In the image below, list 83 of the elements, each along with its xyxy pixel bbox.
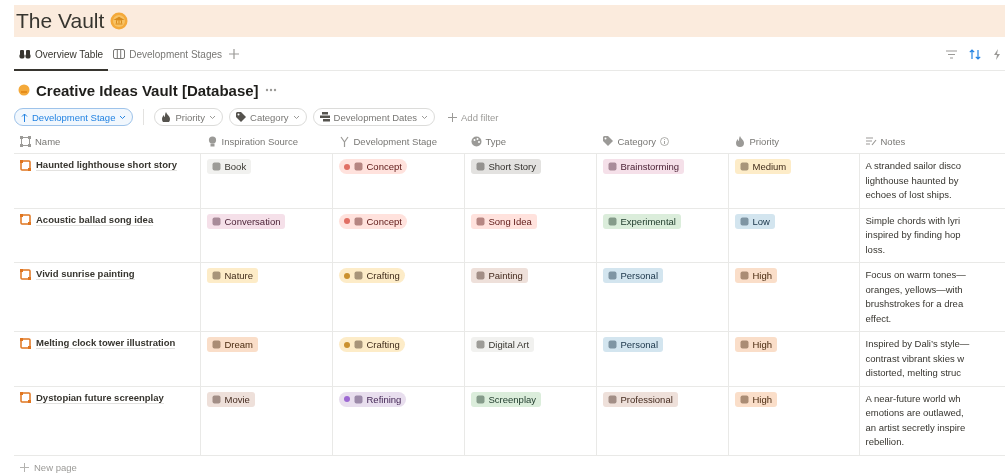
sort-chip[interactable]: Development Stage (14, 108, 134, 126)
filter-chip[interactable]: Development Dates (312, 108, 435, 126)
tag-label: Dream (224, 339, 253, 350)
new-page-button[interactable]: New page (34, 462, 77, 473)
columns-icon (113, 49, 126, 59)
timeline-icon (319, 112, 330, 122)
lightning-icon[interactable] (993, 48, 1001, 60)
tag-label: Concept (366, 161, 402, 172)
row-title[interactable]: Vivid sunrise painting (36, 268, 135, 280)
caret-icon (421, 114, 428, 120)
coin-icon (110, 12, 129, 30)
page-title: The Vault (16, 9, 105, 33)
filter-chip[interactable]: Priority (154, 108, 223, 126)
page-icon (20, 214, 31, 225)
bulb-icon (206, 136, 218, 147)
binoculars-icon (19, 49, 31, 59)
tag-label: Nature (224, 270, 253, 281)
tag-label: Screenplay (488, 393, 537, 405)
add-view-icon[interactable] (227, 47, 242, 61)
database-title: Creative Ideas Vault [Database] (36, 81, 259, 99)
notes-text: A near-future world wh emotions are outlawed, an artist secretly inspire rebellion. (865, 391, 967, 449)
notes-text: Inspired by Dali’s style— contrast vibrant skies w distorted, melting struc (865, 337, 971, 380)
tag-label: High (752, 393, 773, 405)
notes-text: Focus on warm tones— oranges, yellows—with brushstrokes for a drea effect. (865, 268, 967, 326)
row-title[interactable]: Acoustic ballad song idea (36, 213, 154, 226)
tag-label: Crafting (366, 339, 400, 350)
tag-label: Crafting (366, 270, 400, 281)
tag-label: Short Story (488, 161, 537, 172)
tag-label: Book (224, 161, 247, 172)
row-title[interactable]: Melting clock tower illustration (36, 337, 176, 349)
column-header: Inspiration Source (221, 136, 299, 147)
notes-text: Simple chords with lyri inspired by finding hop loss. (865, 213, 962, 257)
column-header: Development Stage (353, 136, 437, 147)
plus-icon (20, 463, 29, 472)
tag-label: Song Idea (488, 215, 532, 227)
column-header: Priority (749, 136, 780, 147)
more-icon[interactable] (264, 88, 277, 92)
tag-label: High (752, 339, 773, 350)
tag-icon (602, 136, 614, 147)
column-header: Type (485, 136, 507, 147)
tag-label: Concept (366, 215, 402, 227)
view-tab[interactable]: Development Stages (108, 39, 228, 71)
arrow-up-icon (21, 112, 28, 122)
tag-label: Digital Art (488, 339, 530, 350)
filter-icon[interactable] (946, 49, 957, 59)
database-icon (18, 84, 30, 96)
tag-label: Painting (488, 270, 523, 281)
caret-icon (119, 114, 127, 120)
palette-icon (470, 136, 482, 147)
row-title[interactable]: Haunted lighthouse short story (36, 159, 177, 171)
page-icon (20, 268, 31, 280)
info-icon (660, 137, 670, 146)
column-header: Notes (880, 136, 906, 147)
tag-label: Low (752, 215, 770, 227)
tag-label: Experimental (620, 215, 676, 227)
plus-icon (448, 112, 457, 122)
notes-text: A stranded sailor disco lighthouse haunted by echoes of lost ships. (865, 159, 963, 202)
column-header: Category (617, 136, 657, 147)
tag-label: High (752, 270, 773, 281)
frame-icon (20, 136, 31, 147)
branch-icon (338, 136, 350, 147)
tag-label: Refining (366, 393, 402, 405)
tag-label: Conversation (224, 215, 281, 227)
tag-label: Personal (620, 339, 658, 350)
sort-icon[interactable] (969, 48, 981, 60)
row-title[interactable]: Dystopian future screenplay (36, 391, 164, 404)
caret-icon (209, 114, 216, 120)
tag-label: Brainstorming (620, 161, 680, 172)
page-icon (20, 392, 31, 403)
view-tab[interactable]: Overview Table (14, 39, 109, 71)
tag-label: Personal (620, 270, 658, 281)
tag-label: Medium (752, 161, 787, 172)
caret-icon (292, 114, 300, 120)
filter-chip[interactable]: Category (229, 108, 307, 126)
flame-icon (161, 112, 172, 122)
tag-label: Professional (620, 393, 673, 405)
notes-icon (865, 136, 877, 147)
page-icon (20, 337, 31, 349)
page-icon (20, 159, 31, 171)
tag-icon (236, 112, 246, 122)
tag-label: Movie (224, 393, 250, 405)
flame-icon (734, 136, 746, 147)
column-header: Name (35, 136, 61, 147)
